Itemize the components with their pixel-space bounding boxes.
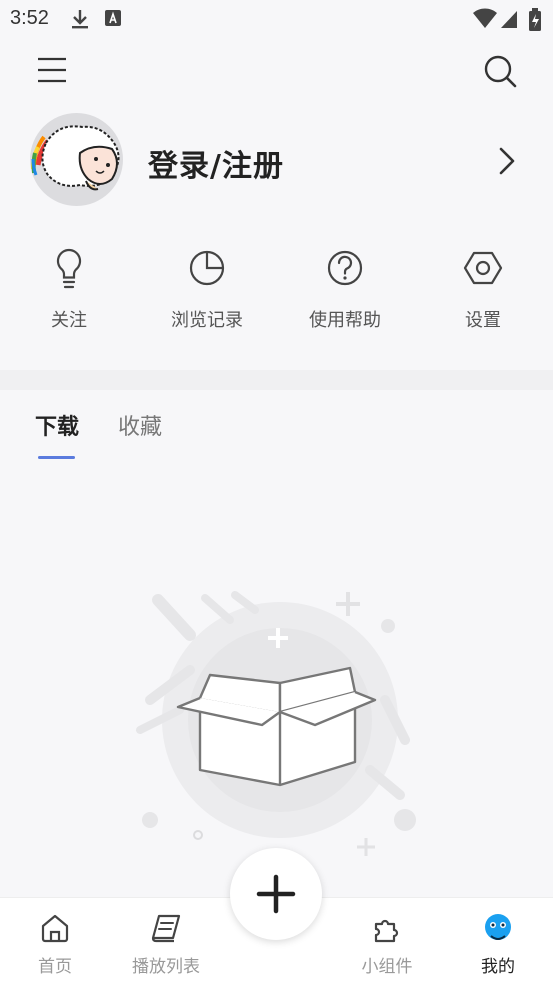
plus-icon <box>256 874 296 914</box>
avatar[interactable] <box>30 113 123 206</box>
quick-action-history[interactable]: 浏览记录 <box>147 246 267 332</box>
quick-action-label: 浏览记录 <box>171 310 243 331</box>
sheep-avatar-icon <box>31 125 120 191</box>
search-icon[interactable] <box>482 53 518 89</box>
tab-download[interactable]: 下载 <box>35 409 79 441</box>
nav-home[interactable]: 首页 <box>15 912 95 977</box>
quick-action-follow[interactable]: 关注 <box>9 246 129 332</box>
empty-box-illustration <box>130 580 430 860</box>
quick-action-label: 关注 <box>51 310 87 331</box>
nav-playlist[interactable]: 播放列表 <box>126 912 206 977</box>
nav-label: 播放列表 <box>132 957 200 977</box>
status-time: 3:52 <box>10 7 49 29</box>
add-button[interactable] <box>230 848 322 940</box>
quick-action-label: 设置 <box>465 310 501 331</box>
help-circle-icon <box>327 250 363 286</box>
profile-face-icon <box>485 914 511 940</box>
signal-icon <box>500 8 518 34</box>
nav-widgets[interactable]: 小组件 <box>347 912 427 977</box>
quick-action-settings[interactable]: 设置 <box>423 246 543 332</box>
playlist-icon <box>151 914 181 943</box>
lightbulb-icon <box>56 248 82 289</box>
battery-icon <box>528 8 542 36</box>
login-register-link[interactable]: 登录/注册 <box>148 141 284 185</box>
download-status-icon <box>70 8 90 34</box>
tab-favorites[interactable]: 收藏 <box>118 409 162 441</box>
nav-label: 首页 <box>38 957 72 977</box>
section-divider <box>0 370 553 390</box>
home-icon <box>41 914 69 943</box>
quick-action-label: 使用帮助 <box>309 310 381 331</box>
quick-action-help[interactable]: 使用帮助 <box>285 246 405 332</box>
wifi-icon <box>472 8 498 34</box>
puzzle-icon <box>374 919 399 943</box>
pie-chart-icon <box>189 250 225 286</box>
settings-hexagon-icon <box>463 251 503 285</box>
nav-label: 小组件 <box>361 957 413 977</box>
a-status-icon <box>104 8 122 32</box>
nav-label: 我的 <box>481 957 515 977</box>
chevron-right-icon[interactable] <box>494 145 520 177</box>
status-bar: 3:52 <box>0 0 553 38</box>
nav-mine[interactable]: 我的 <box>458 912 538 977</box>
menu-icon[interactable] <box>36 56 68 86</box>
tab-active-indicator <box>38 456 75 459</box>
